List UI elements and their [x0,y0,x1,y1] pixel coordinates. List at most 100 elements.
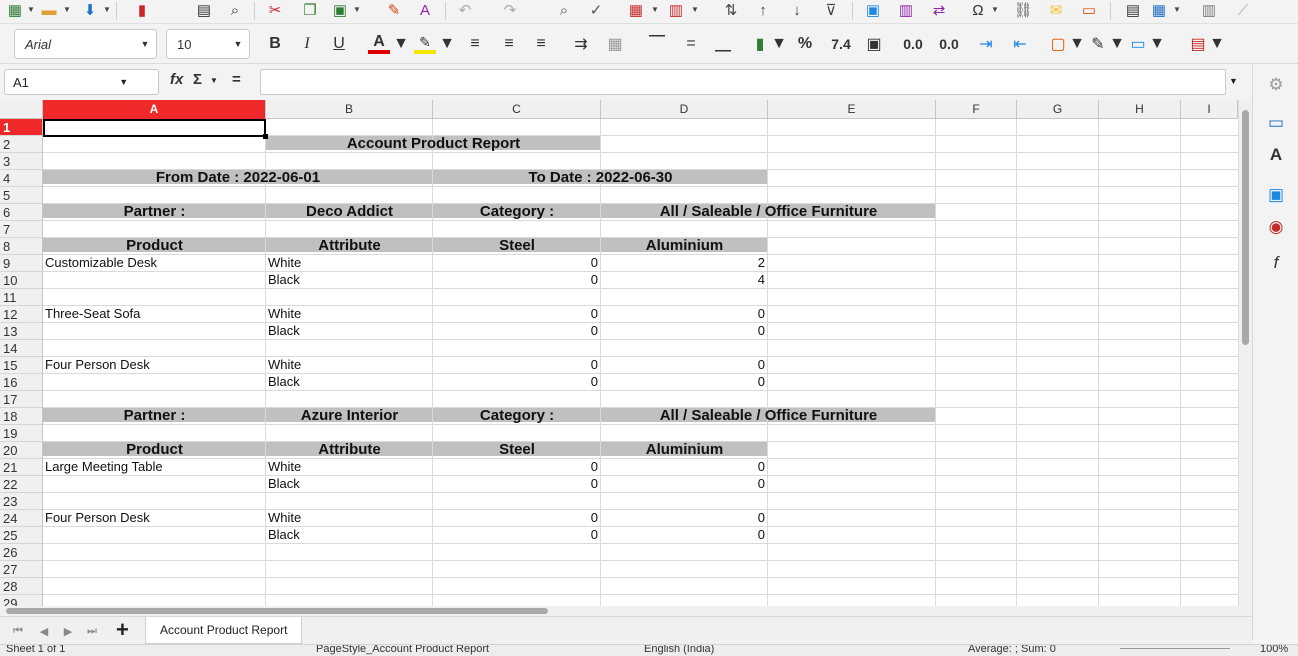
attribute-value[interactable]: Black [266,526,433,543]
chevron-down-icon[interactable]: ▼ [990,0,1000,20]
add-decimal-button[interactable]: 0.0 [898,32,928,56]
steel-value[interactable]: 0 [433,509,601,526]
row-header-27[interactable]: 27 [0,561,42,578]
partner-name[interactable]: Deco Addict [266,203,433,220]
from-date[interactable]: From Date : 2022-06-01 [43,169,433,186]
row-header-20[interactable]: 20 [0,442,42,459]
currency-icon[interactable]: ▮ [748,32,772,56]
language[interactable]: English (India) [644,645,714,655]
selection-stats[interactable]: Average: ; Sum: 0 [968,645,1056,655]
row-header-17[interactable]: 17 [0,391,42,408]
to-date[interactable]: To Date : 2022-06-30 [433,169,768,186]
row-header-10[interactable]: 10 [0,272,42,289]
underline-button[interactable]: U [328,32,350,56]
italic-button[interactable]: I [296,32,318,56]
product-name[interactable]: Three-Seat Sofa [43,305,266,322]
partner-name[interactable]: Azure Interior [266,407,433,424]
row-header-23[interactable]: 23 [0,493,42,510]
print-preview-icon[interactable]: ⌕ [225,0,245,20]
freeze-rows-icon[interactable]: ▦ [1148,0,1170,20]
category-label[interactable]: Category : [433,203,601,220]
row-header-4[interactable]: 4 [0,170,42,187]
paste-icon[interactable]: ▣ [330,0,350,20]
product-name[interactable]: Customizable Desk [43,254,266,271]
aluminium-value[interactable]: 4 [601,271,768,288]
attribute-value[interactable]: White [266,254,433,271]
save-icon[interactable]: ⬇ [80,0,100,20]
vertical-scrollbar[interactable] [1238,100,1252,606]
first-sheet-icon[interactable]: ⏮ [10,621,26,641]
steel-header[interactable]: Steel [433,237,601,254]
product-header[interactable]: Product [43,441,266,458]
attribute-value[interactable]: Black [266,373,433,390]
chevron-down-icon[interactable]: ▼ [134,39,156,49]
attribute-value[interactable]: White [266,509,433,526]
add-sheet-button[interactable]: + [116,618,129,642]
aluminium-value[interactable]: 0 [601,458,768,475]
chevron-down-icon[interactable]: ▼ [690,0,700,20]
aluminium-header[interactable]: Aluminium [601,237,768,254]
steel-value[interactable]: 0 [433,475,601,492]
borders-icon[interactable]: ▢ [1046,32,1070,56]
next-sheet-icon[interactable]: ▶ [60,621,76,641]
sort-ascending-icon[interactable]: ↑ [752,0,774,20]
chevron-down-icon[interactable]: ▼ [1109,32,1125,56]
bold-button[interactable]: B [264,32,286,56]
row-header-11[interactable]: 11 [0,289,42,306]
sheet-tab-account-product-report[interactable]: Account Product Report [145,617,303,644]
autofilter-icon[interactable]: ⊽ [820,0,842,20]
special-character-icon[interactable]: Ω [968,0,988,20]
row-header-5[interactable]: 5 [0,187,42,204]
delete-decimal-button[interactable]: 0.0 [934,32,964,56]
chevron-down-icon[interactable]: ▼ [352,0,362,20]
product-name[interactable]: Large Meeting Table [43,458,266,475]
new-document-icon[interactable]: ▦ [6,0,24,20]
column-header-b[interactable]: B [266,100,433,119]
row-header-14[interactable]: 14 [0,340,42,357]
steel-value[interactable]: 0 [433,526,601,543]
find-replace-icon[interactable]: ⌕ [554,0,574,20]
sum-button[interactable]: Σ [193,71,202,88]
row-header-6[interactable]: 6 [0,204,42,221]
conditional-format-icon[interactable]: ▤ [1186,32,1210,56]
formula-input[interactable] [260,69,1226,95]
align-bottom-icon[interactable]: ⎽ [712,32,734,56]
sort-icon[interactable]: ⇅ [720,0,742,20]
copy-icon[interactable]: ❐ [300,0,320,20]
horizontal-scroll-thumb[interactable] [6,608,548,614]
row-header-7[interactable]: 7 [0,221,42,238]
page-style[interactable]: PageStyle_Account Product Report [316,645,489,655]
align-top-icon[interactable]: ⎺ [646,32,668,56]
steel-value[interactable]: 0 [433,322,601,339]
chevron-down-icon[interactable]: ▼ [650,0,660,20]
percent-button[interactable]: % [794,32,816,56]
undo-icon[interactable]: ↶ [455,0,475,20]
clear-formatting-icon[interactable]: A [414,0,436,20]
attribute-value[interactable]: White [266,305,433,322]
chevron-down-icon[interactable]: ▼ [1069,32,1085,56]
attribute-value[interactable]: Black [266,322,433,339]
attribute-value[interactable]: White [266,356,433,373]
draw-shapes-icon[interactable]: ⟋ [1232,0,1254,20]
sort-descending-icon[interactable]: ↓ [786,0,808,20]
attribute-header[interactable]: Attribute [266,237,433,254]
category-value[interactable]: All / Saleable / Office Furniture [601,203,936,220]
partner-label[interactable]: Partner : [43,203,266,220]
attribute-value[interactable]: White [266,458,433,475]
attribute-value[interactable]: Black [266,271,433,288]
select-all-corner[interactable] [0,100,43,119]
steel-header[interactable]: Steel [433,441,601,458]
row-header-25[interactable]: 25 [0,527,42,544]
open-folder-icon[interactable]: ▬ [38,0,60,20]
header-footer-icon[interactable]: ▭ [1078,0,1100,20]
steel-value[interactable]: 0 [433,373,601,390]
chevron-down-icon[interactable]: ▼ [393,32,409,56]
steel-value[interactable]: 0 [433,271,601,288]
row-header-16[interactable]: 16 [0,374,42,391]
row-header-1[interactable]: 1 [0,119,42,136]
column-header-h[interactable]: H [1099,100,1181,119]
vertical-scroll-thumb[interactable] [1242,110,1249,345]
align-center-icon[interactable]: ≡ [498,32,520,56]
print-area-icon[interactable]: ▤ [1122,0,1144,20]
date-format-icon[interactable]: ▣ [862,32,886,56]
